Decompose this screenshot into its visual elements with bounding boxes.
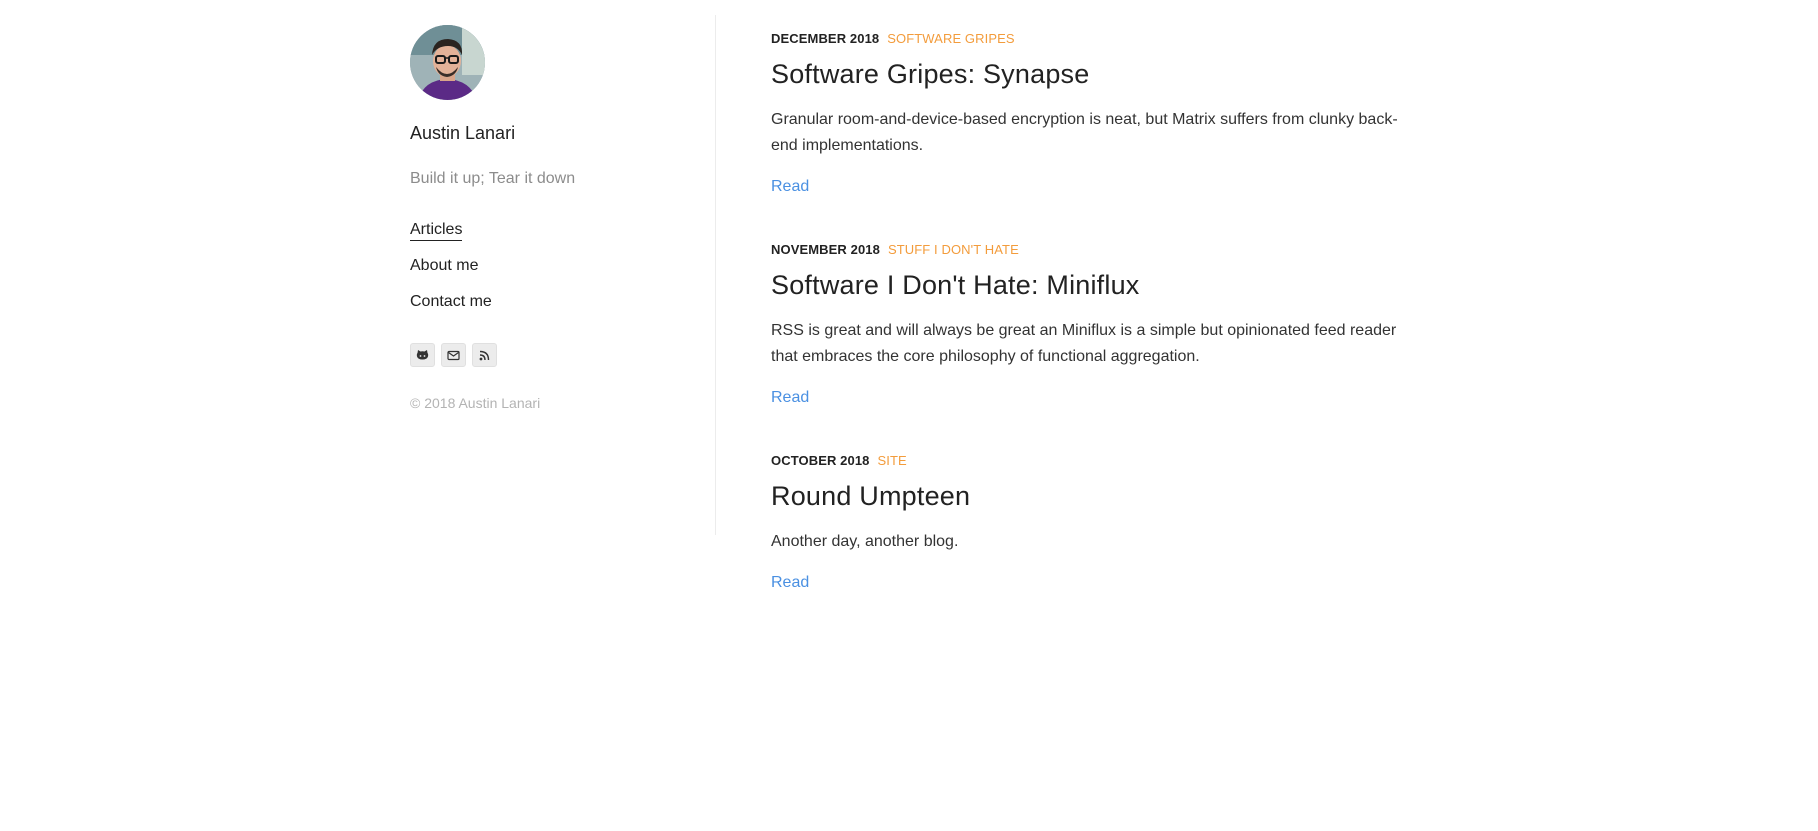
post-meta: NOVEMBER 2018 STUFF I DON'T HATE [771, 242, 1411, 260]
post-summary: Granular room-and-device-based encryptio… [771, 111, 1398, 154]
page: Austin Lanari Build it up; Tear it down … [0, 0, 1818, 831]
avatar-image [410, 25, 485, 100]
post-summary: RSS is great and will always be great an… [771, 322, 1397, 365]
read-link[interactable]: Read [771, 178, 809, 196]
post-item: OCTOBER 2018 SITE Round Umpteen Another d… [771, 453, 1411, 592]
site-name[interactable]: Austin Lanari [410, 123, 515, 144]
post-title[interactable]: Round Umpteen [771, 481, 1411, 512]
avatar[interactable] [410, 25, 485, 100]
post-date: DECEMBER 2018 [771, 31, 880, 46]
post-category[interactable]: SOFTWARE GRIPES [887, 31, 1014, 46]
nav-item-label: About me [410, 257, 479, 274]
post-meta: OCTOBER 2018 SITE [771, 453, 1411, 471]
post-title[interactable]: Software Gripes: Synapse [771, 59, 1411, 90]
rss-link[interactable] [472, 343, 497, 367]
post-category[interactable]: STUFF I DON'T HATE [888, 242, 1019, 257]
read-link[interactable]: Read [771, 574, 809, 592]
sidebar: Austin Lanari Build it up; Tear it down … [410, 15, 716, 535]
github-link[interactable] [410, 343, 435, 367]
copyright: © 2018 Austin Lanari [410, 395, 541, 411]
post-title[interactable]: Software I Don't Hate: Miniflux [771, 270, 1411, 301]
post-date: OCTOBER 2018 [771, 453, 870, 468]
social-links [410, 343, 497, 367]
post-summary: Another day, another blog. [771, 533, 959, 550]
nav-item-label: Contact me [410, 293, 492, 310]
post-item: DECEMBER 2018 SOFTWARE GRIPES Software Gr… [771, 31, 1411, 196]
nav-item-articles[interactable]: Articles [410, 221, 492, 257]
post-date: NOVEMBER 2018 [771, 242, 880, 257]
rss-icon [479, 350, 490, 360]
email-link[interactable] [441, 343, 466, 367]
post-category[interactable]: SITE [878, 453, 907, 468]
github-icon [416, 350, 429, 360]
nav-item-contact-me[interactable]: Contact me [410, 293, 492, 329]
nav-item-label: Articles [410, 221, 463, 241]
read-link[interactable]: Read [771, 389, 809, 407]
sidebar-nav: Articles About me Contact me [410, 221, 492, 329]
site-tagline: Build it up; Tear it down [410, 170, 576, 187]
nav-item-about-me[interactable]: About me [410, 257, 492, 293]
post-item: NOVEMBER 2018 STUFF I DON'T HATE Software… [771, 242, 1411, 407]
post-meta: DECEMBER 2018 SOFTWARE GRIPES [771, 31, 1411, 49]
email-icon [447, 350, 460, 360]
